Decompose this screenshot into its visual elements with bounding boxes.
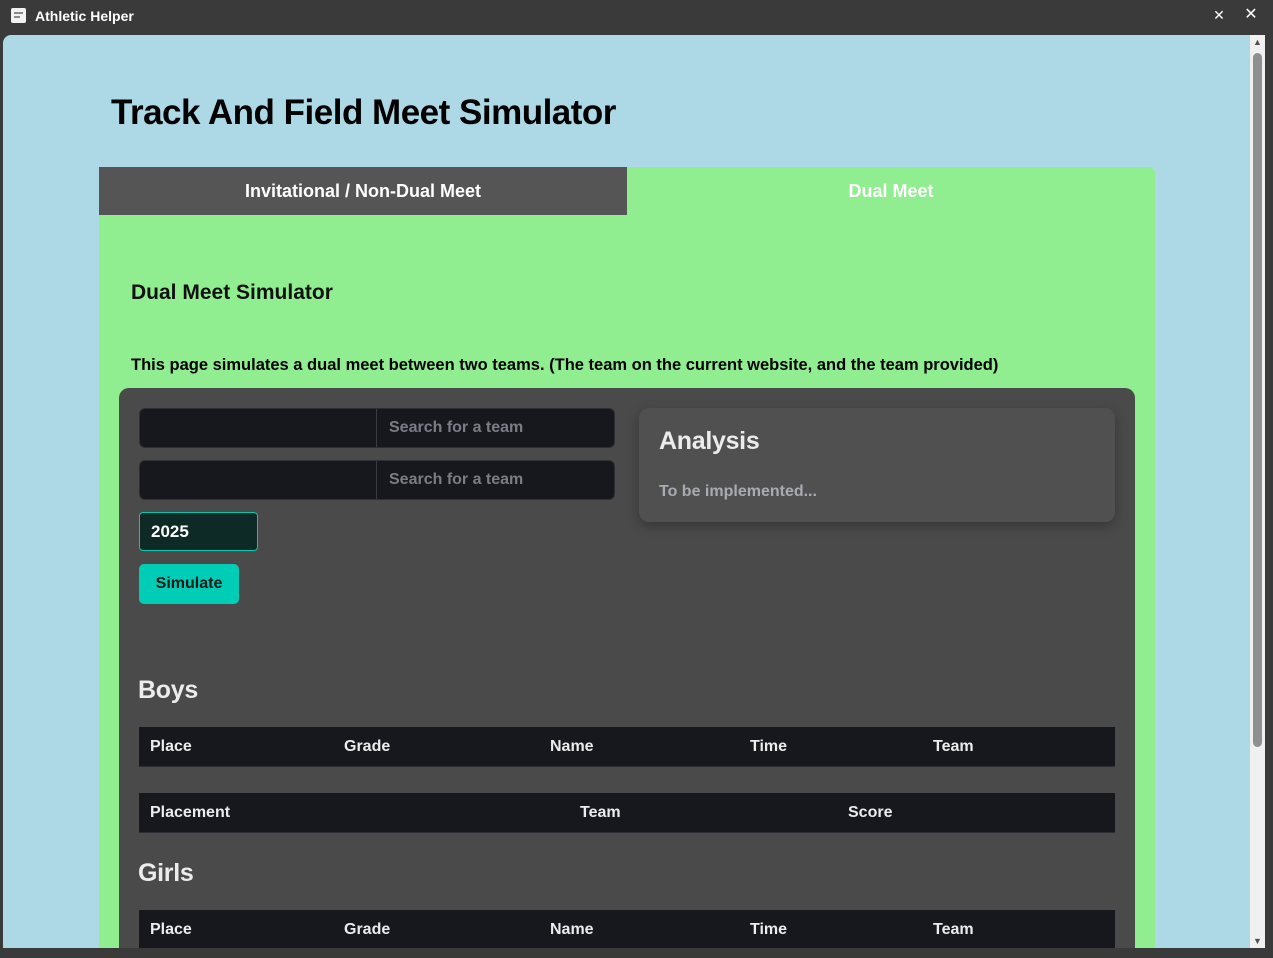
- window-title: Athletic Helper: [35, 8, 134, 24]
- column-header-team[interactable]: Team: [933, 910, 974, 948]
- column-header-team[interactable]: Team: [933, 727, 974, 767]
- page-title: Track And Field Meet Simulator: [111, 93, 616, 132]
- tab-invitational-meet[interactable]: Invitational / Non-Dual Meet: [99, 167, 627, 215]
- vertical-scrollbar[interactable]: ▲ ▼: [1250, 35, 1265, 948]
- simulate-button[interactable]: Simulate: [139, 564, 239, 604]
- dual-meet-panel: Dual Meet Simulator This page simulates …: [99, 215, 1155, 948]
- girls-results-table-header: Place Grade Name Time Team: [139, 910, 1115, 948]
- section-heading: Dual Meet Simulator: [131, 281, 333, 304]
- team-search-input-2[interactable]: [378, 461, 614, 499]
- app-icon: [11, 8, 26, 23]
- column-header-score[interactable]: Score: [848, 793, 892, 833]
- meet-type-tabs: Invitational / Non-Dual Meet Dual Meet: [99, 167, 1155, 215]
- column-header-grade[interactable]: Grade: [344, 727, 390, 767]
- column-header-grade[interactable]: Grade: [344, 910, 390, 948]
- close-icon[interactable]: ✕: [1240, 4, 1262, 26]
- team-search-1-prefix[interactable]: [140, 409, 377, 447]
- analysis-title: Analysis: [659, 427, 760, 455]
- column-header-time[interactable]: Time: [750, 910, 787, 948]
- page-viewport: Track And Field Meet Simulator Invitatio…: [3, 35, 1250, 948]
- column-header-name[interactable]: Name: [550, 727, 594, 767]
- boys-results-table-header: Place Grade Name Time Team: [139, 727, 1115, 767]
- column-header-team[interactable]: Team: [580, 793, 621, 833]
- window-titlebar: Athletic Helper ✕ ✕: [0, 0, 1273, 32]
- column-header-time[interactable]: Time: [750, 727, 787, 767]
- column-header-name[interactable]: Name: [550, 910, 594, 948]
- analysis-box: Analysis To be implemented...: [639, 408, 1115, 522]
- simulator-card: Simulate Analysis To be implemented... B…: [119, 388, 1135, 948]
- column-header-place[interactable]: Place: [150, 727, 192, 767]
- year-input[interactable]: [139, 512, 258, 551]
- boys-heading: Boys: [138, 676, 198, 704]
- page-description: This page simulates a dual meet between …: [131, 356, 999, 374]
- girls-heading: Girls: [138, 859, 194, 887]
- scrollbar-thumb[interactable]: [1253, 53, 1262, 747]
- team-search-2-prefix[interactable]: [140, 461, 377, 499]
- column-header-place[interactable]: Place: [150, 910, 192, 948]
- team-search-input-1[interactable]: [378, 409, 614, 447]
- unpin-icon[interactable]: ✕: [1208, 4, 1230, 26]
- analysis-text: To be implemented...: [659, 483, 817, 500]
- scroll-up-arrow-icon[interactable]: ▲: [1250, 35, 1265, 49]
- tab-dual-meet[interactable]: Dual Meet: [627, 167, 1155, 215]
- team-search-2: [139, 460, 615, 500]
- scroll-down-arrow-icon[interactable]: ▼: [1250, 934, 1265, 948]
- boys-score-table-header: Placement Team Score: [139, 793, 1115, 833]
- team-search-1: [139, 408, 615, 448]
- column-header-placement[interactable]: Placement: [150, 793, 230, 833]
